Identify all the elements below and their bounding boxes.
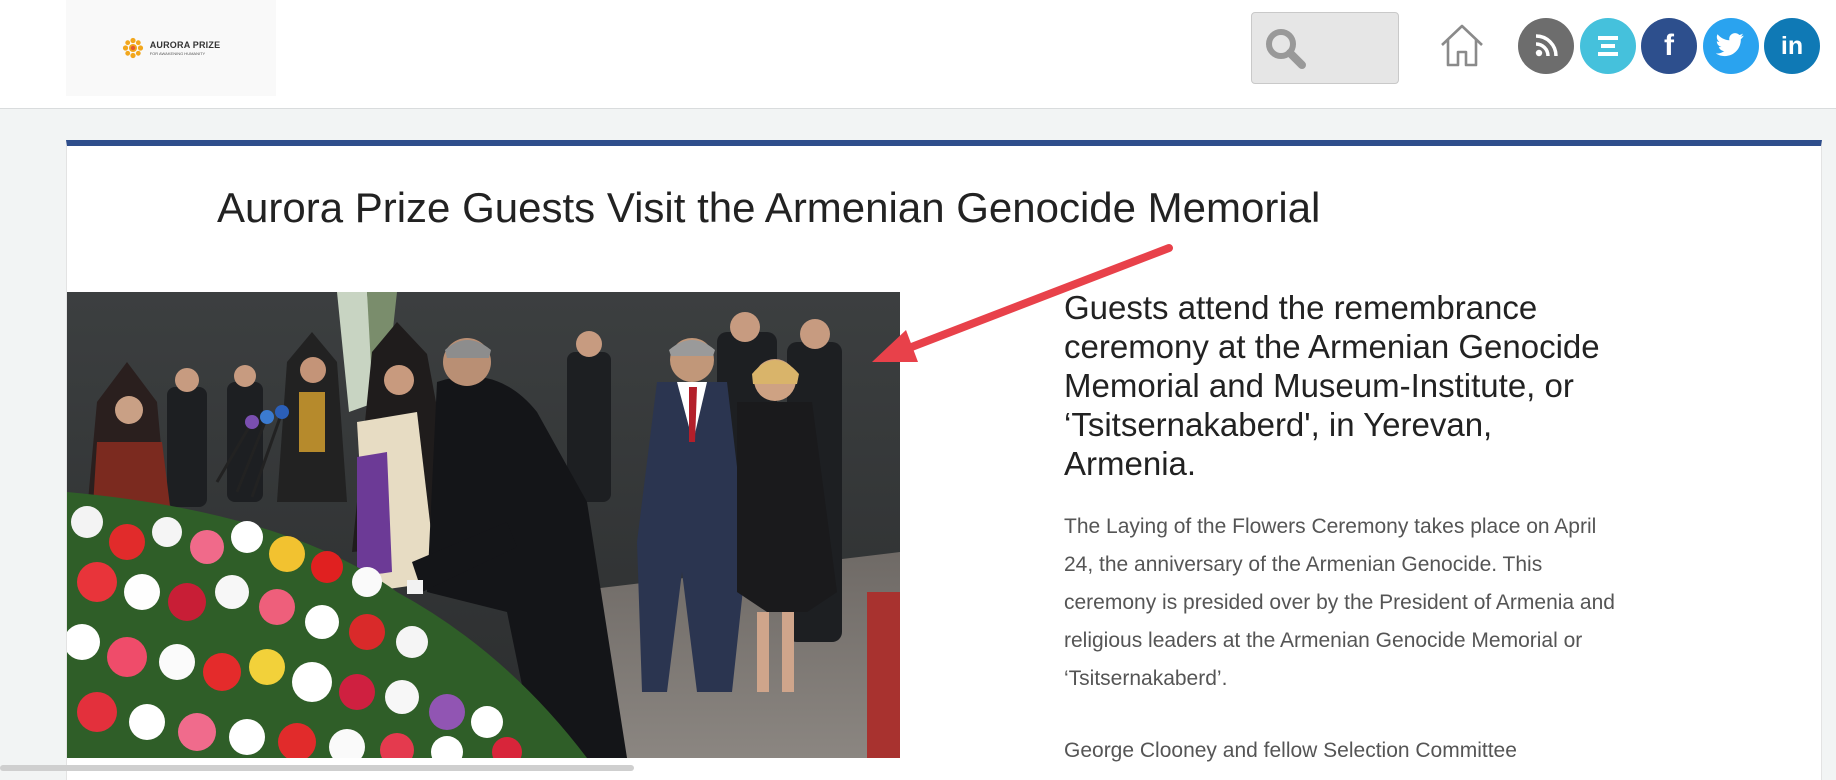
article-subheading: Guests attend the remembrance ceremony a…: [1064, 289, 1600, 482]
article-paragraph: George Clooney and fellow Selection Comm…: [1064, 739, 1517, 762]
home-icon[interactable]: [1437, 20, 1487, 70]
article-paragraph: The Laying of the Flowers Ceremony takes…: [1064, 515, 1615, 690]
aurora-sun-icon: [122, 37, 143, 59]
horizontal-scrollbar[interactable]: [0, 765, 634, 771]
logo-name: AURORA PRIZE: [149, 39, 221, 50]
blog-button[interactable]: [1580, 18, 1636, 74]
article-title: Aurora Prize Guests Visit the Armenian G…: [217, 184, 1321, 231]
twitter-icon: [1716, 33, 1744, 57]
rss-icon: [1535, 34, 1558, 57]
logo-tagline: FOR AWAKENING HUMANITY: [149, 50, 206, 56]
blog-icon: [1598, 36, 1618, 56]
linkedin-icon: in: [1780, 31, 1804, 60]
search-icon[interactable]: [1262, 27, 1310, 71]
search-box[interactable]: [1251, 12, 1399, 84]
facebook-button[interactable]: f: [1641, 18, 1697, 74]
search-input[interactable]: [1314, 27, 1396, 71]
logo-link[interactable]: AURORA PRIZE FOR AWAKENING HUMANITY: [66, 0, 276, 96]
rss-button[interactable]: [1518, 18, 1574, 74]
facebook-icon: f: [1664, 29, 1674, 62]
memorial-ceremony-photo: [67, 292, 900, 758]
site-header: AURORA PRIZE FOR AWAKENING HUMANITY f in: [0, 0, 1836, 109]
aurora-prize-logo: AURORA PRIZE FOR AWAKENING HUMANITY: [122, 37, 221, 59]
article-card: Aurora Prize Guests Visit the Armenian G…: [66, 140, 1822, 780]
linkedin-button[interactable]: in: [1764, 18, 1820, 74]
twitter-button[interactable]: [1703, 18, 1759, 74]
